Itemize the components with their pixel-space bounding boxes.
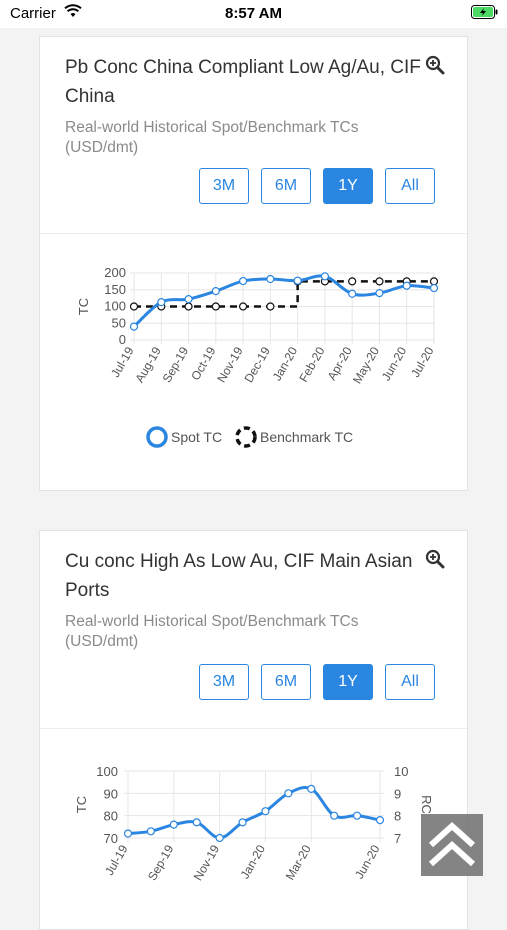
y2-axis-label: RC <box>419 795 434 814</box>
y-tick-label: 200 <box>104 265 126 280</box>
y2-tick-label: 8 <box>394 809 401 824</box>
data-point-spot-tc <box>123 829 133 838</box>
x-tick-label: Jun-20 <box>352 842 383 881</box>
data-point-spot-tc <box>284 789 293 798</box>
range-6m-button[interactable]: 6M <box>261 664 311 700</box>
y-tick-label: 100 <box>104 299 126 314</box>
data-point-spot-tc <box>402 281 411 290</box>
range-buttons: 3M 6M 1Y All <box>199 664 435 700</box>
x-tick-label: Jul-19 <box>108 344 137 380</box>
legend-label-benchmark-tc: Benchmark TC <box>260 429 353 445</box>
data-point-spot-tc <box>375 288 384 298</box>
data-point-spot-tc <box>261 807 270 816</box>
data-point-spot-tc <box>169 820 178 829</box>
data-point-spot-tc <box>238 276 248 286</box>
x-tick-label: Feb-20 <box>296 344 327 384</box>
scroll-top-button[interactable] <box>421 814 483 876</box>
double-chevron-up-icon <box>428 821 476 867</box>
data-point-spot-tc <box>157 298 166 307</box>
card-divider <box>40 233 467 234</box>
y-tick-label: 70 <box>104 831 118 846</box>
card-subtitle: Real-world Historical Spot/Benchmark TCs… <box>65 613 359 650</box>
x-tick-label: Sep-19 <box>160 344 192 385</box>
series-line-benchmark-tc <box>134 280 434 308</box>
y-tick-label: 150 <box>104 282 126 297</box>
x-tick-label: May-20 <box>350 344 382 386</box>
legend-label-spot-tc: Spot TC <box>171 429 222 445</box>
y-tick-label: 0 <box>119 332 126 347</box>
range-3m-button[interactable]: 3M <box>199 168 249 204</box>
chart-cu: Jul-19 Sep-19 Nov-19 Jan-20 Mar-20 Jun-20 70 7 8… <box>74 764 434 883</box>
series-line-spot-tc <box>132 274 435 328</box>
zoom-in-icon[interactable] <box>425 549 445 569</box>
y-tick-label: 80 <box>104 809 118 824</box>
legend-marker-spot-tc <box>146 426 168 448</box>
x-tick-label: Jul-20 <box>408 344 437 380</box>
data-point-spot-tc <box>375 816 385 825</box>
data-point-spot-tc <box>238 818 247 827</box>
data-point-spot-tc <box>215 833 224 843</box>
x-tick-label: Dec-19 <box>241 344 273 385</box>
range-buttons: 3M 6M 1Y All <box>199 168 435 204</box>
data-point-spot-tc <box>211 286 220 296</box>
data-point-spot-tc <box>348 289 357 298</box>
x-tick-label: Jun-20 <box>379 344 410 383</box>
data-point-spot-tc <box>192 818 201 827</box>
data-point-benchmark-tc <box>211 302 220 311</box>
data-point-spot-tc <box>129 322 139 331</box>
y2-tick-label: 7 <box>394 831 401 846</box>
range-1y-button[interactable]: 1Y <box>323 168 373 204</box>
data-point-benchmark-tc <box>375 277 384 286</box>
chart-pb: Jul-19Aug-19Sep-19Oct-19Nov-19Dec-19Jan-… <box>76 265 439 448</box>
status-bar: Carrier 8:57 AM <box>0 0 507 28</box>
x-tick-label: Nov-19 <box>191 842 223 883</box>
card-divider <box>40 728 467 729</box>
x-tick-label: Sep-19 <box>145 842 177 883</box>
y-axis-label: TC <box>74 796 89 813</box>
data-point-benchmark-tc <box>429 277 439 286</box>
data-point-spot-tc <box>307 784 316 793</box>
y2-tick-label: 10 <box>394 764 408 779</box>
range-6m-button[interactable]: 6M <box>261 168 311 204</box>
y-axis-label: TC <box>76 298 91 315</box>
x-tick-label: Mar-20 <box>283 842 314 882</box>
data-point-spot-tc <box>320 272 330 281</box>
data-point-spot-tc <box>330 811 339 820</box>
data-point-benchmark-tc <box>348 277 357 286</box>
data-point-spot-tc <box>266 274 275 284</box>
data-point-spot-tc <box>146 827 156 836</box>
data-point-spot-tc <box>352 811 362 820</box>
x-tick-label: Jan-20 <box>238 842 269 881</box>
y-tick-label: 50 <box>112 315 126 330</box>
data-point-spot-tc <box>429 283 439 293</box>
range-1y-button[interactable]: 1Y <box>323 664 373 700</box>
data-point-benchmark-tc <box>266 302 275 311</box>
data-point-benchmark-tc <box>238 302 248 311</box>
series-line-spot-tc <box>127 785 381 840</box>
y-tick-label: 90 <box>104 786 118 801</box>
card-title: Pb Conc China Compliant Low Ag/Au, CIF C… <box>65 57 421 107</box>
data-point-spot-tc <box>184 295 193 304</box>
range-all-button[interactable]: All <box>385 664 435 700</box>
range-all-button[interactable]: All <box>385 168 435 204</box>
data-point-benchmark-tc <box>129 302 139 311</box>
data-point-spot-tc <box>293 276 302 285</box>
range-3m-button[interactable]: 3M <box>199 664 249 700</box>
chart-card-pb: Pb Conc China Compliant Low Ag/Au, CIF C… <box>39 36 468 491</box>
x-tick-label: Jul-19 <box>102 842 131 878</box>
chart-card-cu: Cu conc High As Low Au, CIF Main Asian P… <box>39 530 468 930</box>
y-tick-label: 100 <box>96 764 118 779</box>
battery-icon <box>471 5 499 24</box>
data-point-benchmark-tc <box>184 302 193 311</box>
y2-tick-label: 9 <box>394 786 401 801</box>
zoom-in-icon[interactable] <box>425 55 445 75</box>
card-subtitle: Real-world Historical Spot/Benchmark TCs… <box>65 119 359 156</box>
legend-marker-benchmark-tc <box>235 426 257 448</box>
clock: 8:57 AM <box>225 5 282 22</box>
card-title: Cu conc High As Low Au, CIF Main Asian P… <box>65 551 413 601</box>
